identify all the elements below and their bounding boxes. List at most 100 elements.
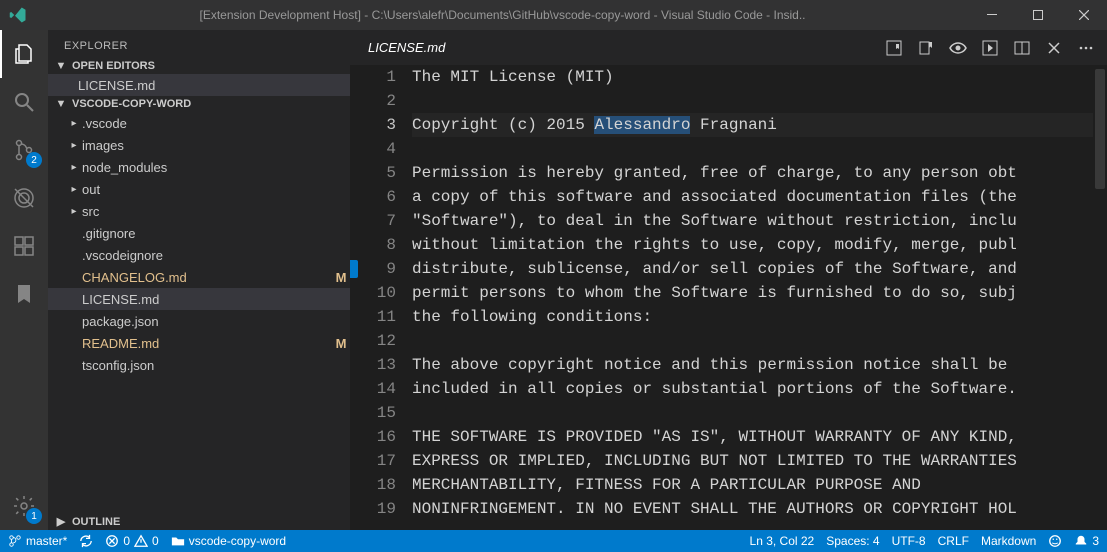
status-encoding[interactable]: UTF-8 [892, 530, 926, 552]
more-icon[interactable] [1073, 35, 1099, 61]
status-eol[interactable]: CRLF [938, 530, 969, 552]
scrollbar[interactable] [1093, 65, 1107, 530]
preview-icon[interactable] [977, 35, 1003, 61]
folder-item[interactable]: ▸.vscode [48, 112, 350, 134]
code-line[interactable]: Permission is hereby granted, free of ch… [412, 161, 1093, 185]
status-language[interactable]: Markdown [981, 530, 1036, 552]
debug-icon [12, 186, 36, 210]
code-line[interactable] [412, 329, 1093, 353]
bookmark-marker[interactable] [350, 260, 358, 278]
item-label: .vscodeignore [82, 248, 332, 263]
gutter: 12345678910111213141516171819 [350, 65, 412, 530]
item-label: LICENSE.md [82, 292, 332, 307]
notifications-count: 3 [1092, 534, 1099, 548]
titlebar: [Extension Development Host] - C:\Users\… [0, 0, 1107, 30]
bookmark-frame-icon[interactable] [881, 35, 907, 61]
activity-settings[interactable]: 1 [0, 482, 48, 530]
split-editor-icon[interactable] [1009, 35, 1035, 61]
file-item[interactable]: .gitignore [48, 222, 350, 244]
git-status: M [332, 336, 350, 351]
status-branch[interactable]: master* [8, 530, 67, 552]
section-label: OPEN EDITORS [72, 60, 155, 72]
code-line[interactable]: THE SOFTWARE IS PROVIDED "AS IS", WITHOU… [412, 425, 1093, 449]
sidebar-title: EXPLORER [48, 30, 350, 58]
activity-scm[interactable]: 2 [0, 126, 48, 174]
window-title: [Extension Development Host] - C:\Users\… [36, 8, 969, 22]
status-cursor[interactable]: Ln 3, Col 22 [750, 530, 815, 552]
code-line[interactable]: MERCHANTABILITY, FITNESS FOR A PARTICULA… [412, 473, 1093, 497]
file-item[interactable]: package.json [48, 310, 350, 332]
code-line[interactable]: NONINFRINGEMENT. IN NO EVENT SHALL THE A… [412, 497, 1093, 521]
activity-explorer[interactable] [0, 30, 48, 78]
section-outline[interactable]: ▶ OUTLINE [48, 513, 350, 530]
section-folder[interactable]: ▼ VSCODE-COPY-WORD [48, 96, 350, 112]
smiley-icon [1048, 534, 1062, 548]
activitybar: 2 1 [0, 30, 48, 530]
editor-tabs: LICENSE.md [350, 30, 1107, 65]
warning-icon [134, 534, 148, 548]
item-label: CHANGELOG.md [82, 270, 332, 285]
file-item[interactable]: README.mdM [48, 332, 350, 354]
code-line[interactable]: distribute, sublicense, and/or sell copi… [412, 257, 1093, 281]
chevron-right-icon: ▸ [66, 206, 82, 217]
editor: LICENSE.md 12345678910111213141516171819… [350, 30, 1107, 530]
settings-badge: 1 [26, 508, 42, 524]
error-icon [105, 534, 119, 548]
statusbar: master* 0 0 vscode-copy-word Ln 3, Col 2… [0, 530, 1107, 552]
activity-bookmarks[interactable] [0, 270, 48, 318]
chevron-down-icon: ▼ [54, 98, 68, 110]
book-bookmark-icon[interactable] [913, 35, 939, 61]
window-controls [969, 0, 1107, 30]
activity-debug[interactable] [0, 174, 48, 222]
item-label: src [82, 204, 332, 219]
code-line[interactable]: EXPRESS OR IMPLIED, INCLUDING BUT NOT LI… [412, 449, 1093, 473]
bookmark-icon [12, 282, 36, 306]
code-line[interactable]: the following conditions: [412, 305, 1093, 329]
code-line[interactable]: a copy of this software and associated d… [412, 185, 1093, 209]
status-folder[interactable]: vscode-copy-word [171, 530, 286, 552]
code-line[interactable]: included in all copies or substantial po… [412, 377, 1093, 401]
maximize-button[interactable] [1015, 0, 1061, 30]
folder-item[interactable]: ▸images [48, 134, 350, 156]
status-indentation[interactable]: Spaces: 4 [826, 530, 879, 552]
tab-license[interactable]: LICENSE.md [360, 40, 881, 55]
section-label: VSCODE-COPY-WORD [72, 98, 191, 110]
code-line[interactable] [412, 401, 1093, 425]
status-notifications[interactable]: 3 [1074, 530, 1099, 552]
item-label: README.md [82, 336, 332, 351]
vscode-logo-icon [0, 6, 36, 24]
status-feedback[interactable] [1048, 530, 1062, 552]
status-problems[interactable]: 0 0 [105, 530, 158, 552]
folder-item[interactable]: ▸node_modules [48, 156, 350, 178]
file-item[interactable]: CHANGELOG.mdM [48, 266, 350, 288]
code-area[interactable]: The MIT License (MIT) Copyright (c) 2015 … [412, 65, 1093, 530]
folder-item[interactable]: ▸src [48, 200, 350, 222]
item-label: images [82, 138, 332, 153]
code-line[interactable]: Copyright (c) 2015 Alessandro Fragnani [412, 113, 1093, 137]
open-editor-item[interactable]: LICENSE.md [48, 74, 350, 96]
folder-item[interactable]: ▸out [48, 178, 350, 200]
code-line[interactable] [412, 137, 1093, 161]
eye-icon[interactable] [945, 35, 971, 61]
file-item[interactable]: tsconfig.json [48, 354, 350, 376]
file-item[interactable]: LICENSE.md [48, 288, 350, 310]
code-line[interactable]: without limitation the rights to use, co… [412, 233, 1093, 257]
close-icon[interactable] [1041, 35, 1067, 61]
code-line[interactable] [412, 89, 1093, 113]
editor-body[interactable]: 12345678910111213141516171819 The MIT Li… [350, 65, 1107, 530]
status-sync[interactable] [79, 530, 93, 552]
chevron-right-icon: ▸ [66, 162, 82, 173]
search-icon [12, 90, 36, 114]
minimize-button[interactable] [969, 0, 1015, 30]
code-line[interactable]: "Software"), to deal in the Software wit… [412, 209, 1093, 233]
section-open-editors[interactable]: ▼ OPEN EDITORS [48, 58, 350, 74]
code-line[interactable]: permit persons to whom the Software is f… [412, 281, 1093, 305]
scrollbar-thumb[interactable] [1095, 69, 1105, 189]
code-line[interactable]: The MIT License (MIT) [412, 65, 1093, 89]
code-line[interactable]: The above copyright notice and this perm… [412, 353, 1093, 377]
activity-search[interactable] [0, 78, 48, 126]
file-item[interactable]: .vscodeignore [48, 244, 350, 266]
item-label: node_modules [82, 160, 332, 175]
close-button[interactable] [1061, 0, 1107, 30]
activity-extensions[interactable] [0, 222, 48, 270]
